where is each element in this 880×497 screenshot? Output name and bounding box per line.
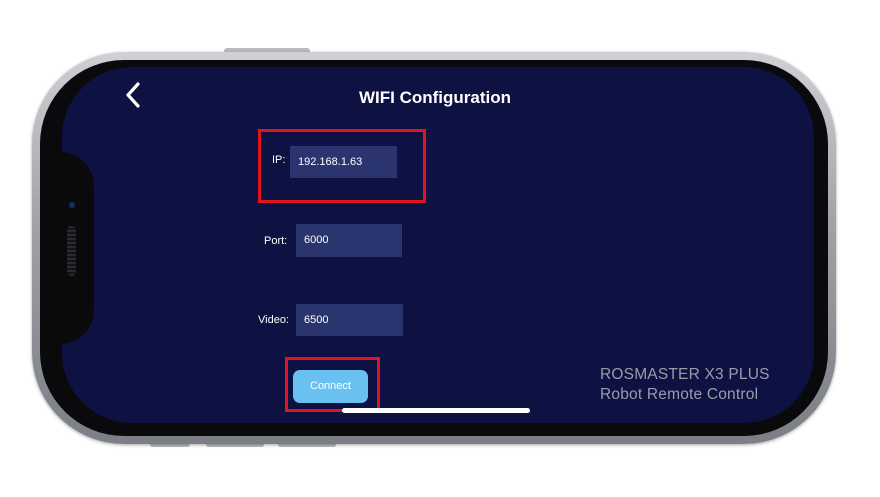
phone-camera bbox=[69, 202, 75, 208]
connect-highlight-box bbox=[285, 357, 380, 412]
phone-speaker bbox=[67, 226, 76, 276]
brand-line-subtitle: Robot Remote Control bbox=[600, 386, 759, 403]
home-indicator[interactable] bbox=[342, 408, 530, 413]
video-input[interactable]: 6500 bbox=[296, 304, 403, 336]
chevron-left-icon bbox=[126, 82, 140, 108]
port-label: Port: bbox=[264, 235, 288, 247]
ip-highlight-box bbox=[258, 129, 426, 203]
brand-line-product: ROSMASTER X3 PLUS bbox=[600, 366, 770, 383]
port-input[interactable]: 6000 bbox=[296, 224, 402, 257]
page-title: WIFI Configuration bbox=[358, 88, 512, 107]
video-label: Video: bbox=[258, 314, 289, 326]
back-button[interactable] bbox=[120, 80, 148, 110]
